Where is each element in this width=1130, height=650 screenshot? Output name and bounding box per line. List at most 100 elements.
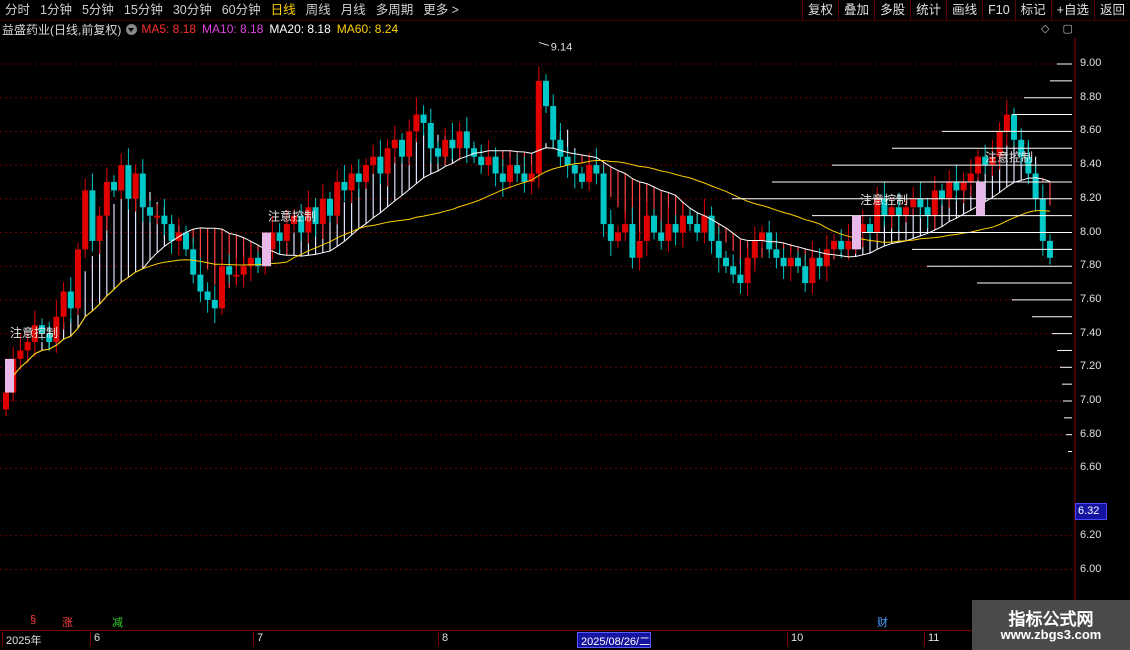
highlight-candle xyxy=(262,232,271,267)
candle-body xyxy=(744,257,751,284)
tool-button-7[interactable]: +自选 xyxy=(1050,0,1094,20)
tab-period-9[interactable]: 多周期 xyxy=(371,0,419,20)
candle-body xyxy=(730,266,737,275)
candle-body xyxy=(701,215,708,233)
candle-body xyxy=(377,156,384,174)
chevron-down-icon[interactable] xyxy=(126,23,138,35)
control-annotation: 注意控制 xyxy=(985,150,1033,165)
candle-body xyxy=(355,173,362,182)
candle-body xyxy=(118,165,125,191)
high-marker-line xyxy=(538,41,549,46)
price-tick-label: 7.00 xyxy=(1080,394,1102,406)
tab-period-8[interactable]: 月线 xyxy=(336,0,371,20)
tool-button-1[interactable]: 叠加 xyxy=(838,0,874,20)
candle-body xyxy=(600,173,607,225)
candle-body xyxy=(787,257,794,267)
tab-period-2[interactable]: 5分钟 xyxy=(77,0,119,20)
candle-body xyxy=(831,240,837,250)
candle-body xyxy=(427,122,434,149)
tab-period-0[interactable]: 分时 xyxy=(0,0,35,20)
event-marker[interactable]: 减 xyxy=(112,614,123,630)
price-tick-label: 6.20 xyxy=(1080,528,1102,541)
event-marker[interactable]: 涨 xyxy=(62,614,73,630)
candle-body xyxy=(132,173,139,199)
candle-body xyxy=(442,139,449,157)
tool-button-6[interactable]: 标记 xyxy=(1014,0,1051,20)
tool-buttons: 复权 叠加 多股 统计 画线 F10 标记 +自选 返回 xyxy=(802,0,1130,20)
candle-body xyxy=(917,198,924,208)
candle-body xyxy=(1039,198,1046,241)
candle-body xyxy=(348,173,355,191)
candle-body xyxy=(154,215,161,218)
candle-body xyxy=(507,165,513,182)
tool-button-4[interactable]: 画线 xyxy=(946,0,982,20)
candle-body xyxy=(406,131,413,157)
candle-body xyxy=(823,249,830,267)
tab-period-7[interactable]: 周线 xyxy=(301,0,336,20)
tab-period-10[interactable]: 更多 > xyxy=(418,0,464,20)
period-tabs: 分时 1分钟 5分钟 15分钟 30分钟 60分钟 日线 周线 月线 多周期 更多 > xyxy=(0,0,464,20)
diamond-icon[interactable]: ◇ xyxy=(1041,23,1049,35)
candle-body xyxy=(643,215,650,241)
event-marker[interactable]: 财 xyxy=(877,614,888,630)
candle-body xyxy=(485,156,492,166)
candle-body xyxy=(1003,114,1010,132)
date-axis-label: 2025年 xyxy=(2,632,41,647)
candle-body xyxy=(651,215,657,233)
candle-body xyxy=(924,207,931,216)
candle-body xyxy=(435,148,441,157)
candle-body xyxy=(478,156,485,166)
candle-body xyxy=(888,207,895,216)
candle-body xyxy=(183,232,189,250)
tab-period-5[interactable]: 60分钟 xyxy=(217,0,266,20)
candle-body xyxy=(564,156,571,166)
candle-body xyxy=(557,139,564,157)
price-tick-label: 7.20 xyxy=(1080,360,1102,373)
tool-button-2[interactable]: 多股 xyxy=(874,0,910,20)
tab-period-3[interactable]: 15分钟 xyxy=(119,0,168,20)
tab-period-6[interactable]: 日线 xyxy=(266,0,301,20)
candle-body xyxy=(471,148,477,157)
candle-body xyxy=(773,249,780,258)
kline-chart[interactable]: 9.14注意控制注意控制注意控制注意控制 xyxy=(0,38,1130,630)
candle-body xyxy=(168,224,175,241)
candle-body xyxy=(334,181,341,216)
candle-body xyxy=(24,342,31,351)
ma20-value: MA20: 8.18 xyxy=(269,22,331,36)
candle-body xyxy=(715,240,722,258)
candle-body xyxy=(694,224,701,233)
candle-body xyxy=(751,240,758,258)
tool-button-3[interactable]: 统计 xyxy=(910,0,946,20)
tab-period-1[interactable]: 1分钟 xyxy=(35,0,77,20)
tool-button-8[interactable]: 返回 xyxy=(1093,0,1130,20)
tab-period-4[interactable]: 30分钟 xyxy=(168,0,217,20)
candle-body xyxy=(780,257,787,267)
tool-button-5[interactable]: F10 xyxy=(982,0,1015,20)
ma10-value: MA10: 8.18 xyxy=(202,22,264,36)
candle-body xyxy=(413,114,420,132)
candle-body xyxy=(492,156,499,174)
current-price-flag: 6.32 xyxy=(1075,503,1107,520)
candle-body xyxy=(370,156,377,166)
candle-body xyxy=(96,215,103,241)
event-marker[interactable]: § xyxy=(30,614,36,626)
indicator-bar: 益盛药业(日线,前复权) MA5: 8.18 MA10: 8.18 MA20: … xyxy=(0,20,404,38)
candle-body xyxy=(607,224,614,241)
ma20-line xyxy=(5,147,1051,393)
date-axis-label: 11 xyxy=(924,632,939,646)
price-tick-label: 7.60 xyxy=(1080,292,1102,305)
candle-body xyxy=(636,240,643,258)
candle-body xyxy=(3,392,9,410)
candle-body xyxy=(903,207,909,216)
candle-body xyxy=(384,148,391,174)
tool-button-0[interactable]: 复权 xyxy=(802,0,838,20)
window-icon[interactable]: ▢ xyxy=(1063,23,1073,35)
candle-body xyxy=(687,215,693,225)
control-annotation: 注意控制 xyxy=(10,325,58,340)
highlight-candle xyxy=(852,215,861,250)
date-axis-label: 10 xyxy=(787,632,803,646)
candle-body xyxy=(319,198,326,225)
stock-name: 益盛药业(日线,前复权) xyxy=(2,22,122,37)
candle-body xyxy=(67,291,74,309)
candle-body xyxy=(82,190,89,250)
